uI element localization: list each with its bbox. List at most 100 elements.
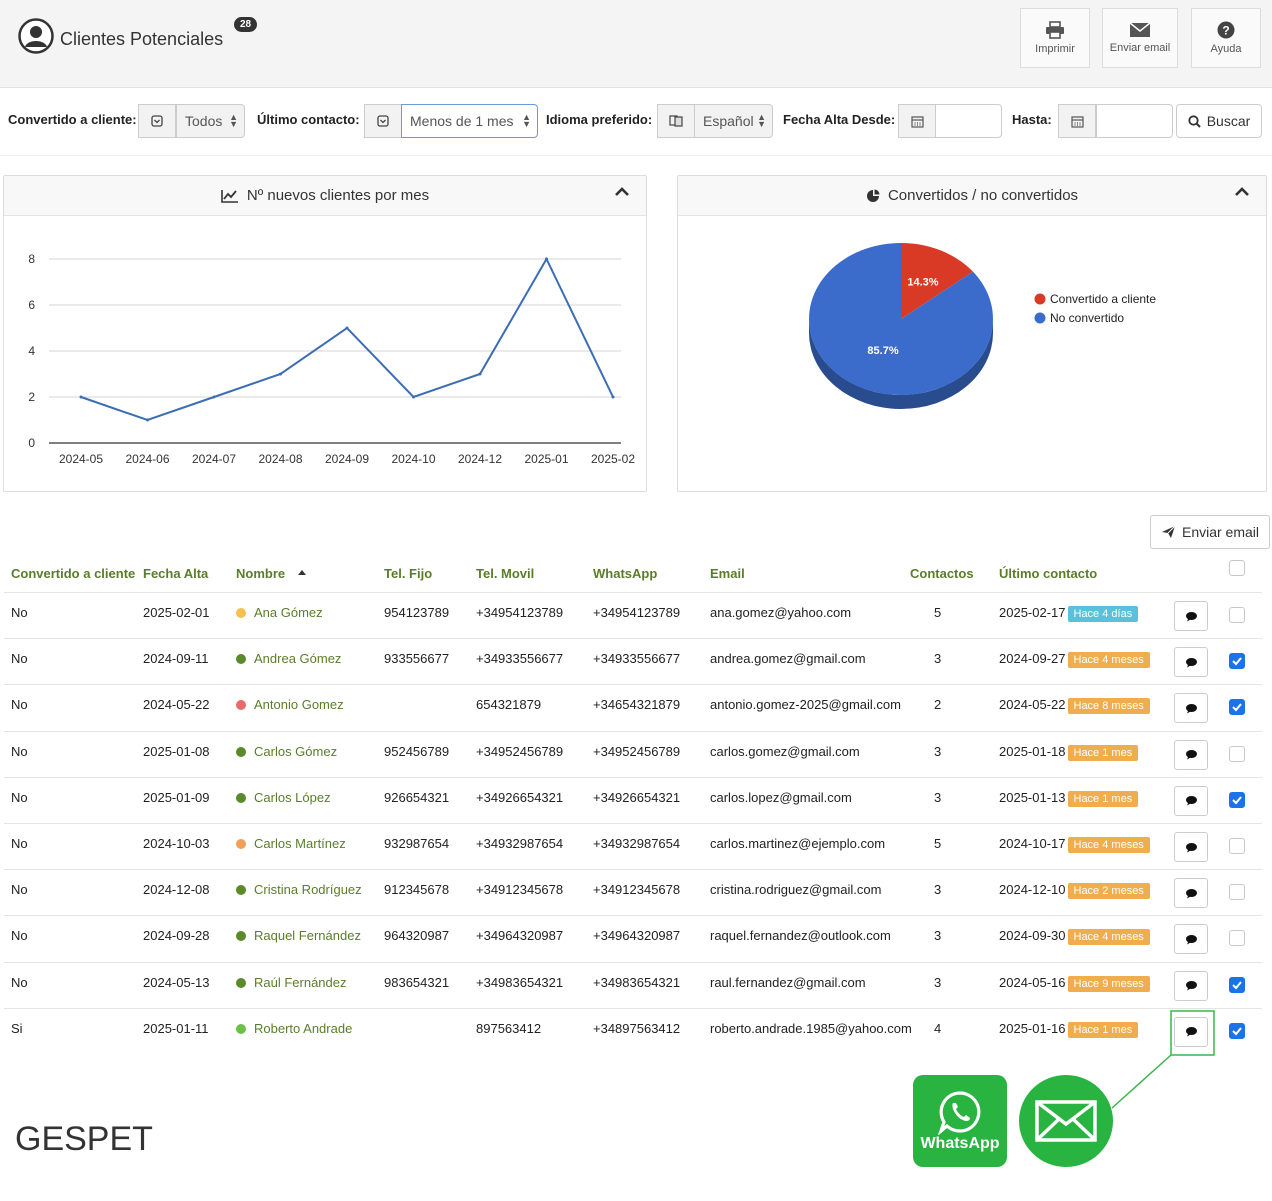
- legend-swatch: [1034, 293, 1046, 305]
- col-email[interactable]: Email: [710, 566, 745, 581]
- name-cell[interactable]: Carlos Gómez: [236, 744, 337, 759]
- time-ago-badge: Hace 9 meses: [1067, 975, 1150, 992]
- language-icon: [657, 104, 695, 138]
- table-header: Convertido a cliente Fecha Alta Nombre T…: [4, 556, 1262, 592]
- user-avatar-icon: [18, 18, 54, 54]
- whatsapp-cell: +34897563412: [593, 1020, 681, 1036]
- date-to-input[interactable]: [1096, 104, 1173, 138]
- converted-cell: Si: [11, 1020, 23, 1036]
- ultimo-date: 2024-12-10: [999, 882, 1066, 898]
- collapse-chevron-icon[interactable]: [1234, 186, 1250, 198]
- col-fecha-alta[interactable]: Fecha Alta: [143, 566, 208, 581]
- name-cell[interactable]: Raúl Fernández: [236, 975, 347, 990]
- row-checkbox[interactable]: [1229, 930, 1245, 947]
- row-checkbox[interactable]: [1229, 791, 1245, 808]
- name-cell[interactable]: Cristina Rodríguez: [236, 882, 362, 897]
- ultimo-contacto-cell: 2024-05-16 Hace 9 meses: [999, 975, 1150, 992]
- printer-icon: [1046, 21, 1064, 39]
- line-chart-panel: Nº nuevos clientes por mes 0 2 4 6 8 2024-05 2…: [3, 175, 647, 492]
- data-point: [279, 372, 282, 376]
- whatsapp-cell: +34952456789: [593, 743, 681, 759]
- col-converted[interactable]: Convertido a cliente: [11, 566, 135, 581]
- converted-filter-value: Todos: [185, 113, 223, 129]
- select-icon: [364, 104, 402, 138]
- language-filter-select[interactable]: Español ▲ ▼: [694, 104, 773, 138]
- row-checkbox[interactable]: [1229, 607, 1245, 623]
- envelope-icon: [1035, 1100, 1097, 1142]
- name-cell[interactable]: Ana Gómez: [236, 605, 323, 620]
- name-cell[interactable]: Roberto Andrade: [236, 1021, 352, 1036]
- name-cell[interactable]: Antonio Gomez: [236, 697, 344, 712]
- converted-cell: No: [11, 605, 28, 620]
- row-checkbox[interactable]: [1229, 745, 1245, 762]
- whatsapp-button[interactable]: WhatsApp: [913, 1075, 1007, 1167]
- ultimo-contacto-cell: 2025-01-18 Hace 1 mes: [999, 743, 1139, 761]
- name-cell[interactable]: Carlos López: [236, 790, 331, 805]
- col-nombre[interactable]: Nombre: [236, 566, 285, 581]
- row-checkbox[interactable]: [1229, 976, 1245, 993]
- chat-message-button[interactable]: [1174, 970, 1208, 1001]
- row-checkbox[interactable]: [1229, 1022, 1245, 1039]
- row-checkbox[interactable]: [1229, 838, 1245, 854]
- print-label: Imprimir: [1035, 43, 1075, 55]
- name-cell[interactable]: Raquel Fernández: [236, 928, 361, 943]
- name-text: Ana Gómez: [254, 605, 323, 620]
- chat-message-button[interactable]: [1174, 739, 1208, 770]
- name-text: Carlos López: [254, 789, 331, 805]
- col-whatsapp[interactable]: WhatsApp: [593, 566, 657, 581]
- ultimo-date: 2025-01-18: [999, 743, 1066, 759]
- chat-message-button[interactable]: [1174, 924, 1208, 955]
- data-point: [545, 257, 548, 261]
- email-cell: carlos.gomez@gmail.com: [710, 743, 860, 759]
- select-arrows-icon: ▲ ▼: [757, 112, 766, 129]
- time-ago-badge: Hace 4 meses: [1067, 652, 1150, 669]
- series-line: [80, 256, 614, 422]
- chat-message-button[interactable]: [1174, 647, 1208, 678]
- whatsapp-cell: +34926654321: [593, 789, 681, 805]
- col-tel-movil[interactable]: Tel. Movil: [476, 566, 534, 581]
- converted-filter-select[interactable]: Todos ▲ ▼: [176, 104, 245, 138]
- send-email-button[interactable]: Enviar email: [1150, 515, 1270, 549]
- chat-message-button[interactable]: [1174, 878, 1208, 909]
- pie-chart-title: Convertidos / no convertidos: [887, 187, 1079, 204]
- ultimo-date: 2024-10-17: [999, 836, 1066, 851]
- fecha-alta-cell: 2025-02-01: [143, 605, 210, 620]
- page-title: Clientes Potenciales: [60, 28, 224, 49]
- row-checkbox[interactable]: [1229, 699, 1245, 716]
- chat-message-button[interactable]: [1174, 601, 1208, 631]
- email-cell: antonio.gomez-2025@gmail.com: [710, 697, 901, 713]
- col-ultimo-contacto[interactable]: Último contacto: [999, 566, 1097, 581]
- date-from-input[interactable]: [935, 104, 1002, 138]
- chat-message-button[interactable]: [1174, 1016, 1208, 1047]
- row-checkbox[interactable]: [1229, 653, 1245, 670]
- chat-message-button[interactable]: [1174, 693, 1208, 724]
- language-filter-label: Idioma preferido:: [546, 112, 653, 127]
- ultimo-date: 2024-05-22: [999, 697, 1066, 713]
- email-cell: roberto.andrade.1985@yahoo.com: [710, 1020, 912, 1036]
- collapse-chevron-icon[interactable]: [614, 186, 630, 198]
- col-tel-fijo[interactable]: Tel. Fijo: [384, 566, 432, 581]
- email-cell: ana.gomez@yahoo.com: [710, 605, 852, 620]
- help-button[interactable]: ? Ayuda: [1191, 8, 1261, 68]
- converted-cell: No: [11, 697, 28, 713]
- contactos-cell: 3: [934, 928, 942, 944]
- name-cell[interactable]: Andrea Gómez: [236, 651, 341, 666]
- chat-message-button[interactable]: [1174, 832, 1208, 862]
- header-email-button[interactable]: Enviar email: [1102, 8, 1178, 68]
- name-text: Cristina Rodríguez: [254, 882, 362, 898]
- time-ago-badge: Hace 2 meses: [1067, 883, 1150, 900]
- search-button[interactable]: Buscar: [1176, 104, 1262, 138]
- last-contact-filter-select[interactable]: Menos de 1 mes ▲ ▼: [401, 104, 538, 138]
- col-contactos[interactable]: Contactos: [910, 566, 974, 581]
- name-cell[interactable]: Carlos Martínez: [236, 836, 346, 851]
- pie-chart-icon: [866, 189, 880, 202]
- select-all-checkbox[interactable]: [1229, 560, 1245, 576]
- print-button[interactable]: Imprimir: [1020, 8, 1090, 68]
- ultimo-contacto-cell: 2024-12-10 Hace 2 meses: [999, 882, 1150, 900]
- email-send-button[interactable]: [1019, 1075, 1113, 1167]
- fecha-alta-cell: 2024-09-11: [143, 651, 209, 667]
- chat-message-button[interactable]: [1174, 785, 1208, 816]
- row-checkbox[interactable]: [1229, 884, 1245, 901]
- pie-chart: 14.3% 85.7% Convertido a cliente No convert…: [809, 243, 1156, 409]
- converted-cell: No: [11, 882, 28, 898]
